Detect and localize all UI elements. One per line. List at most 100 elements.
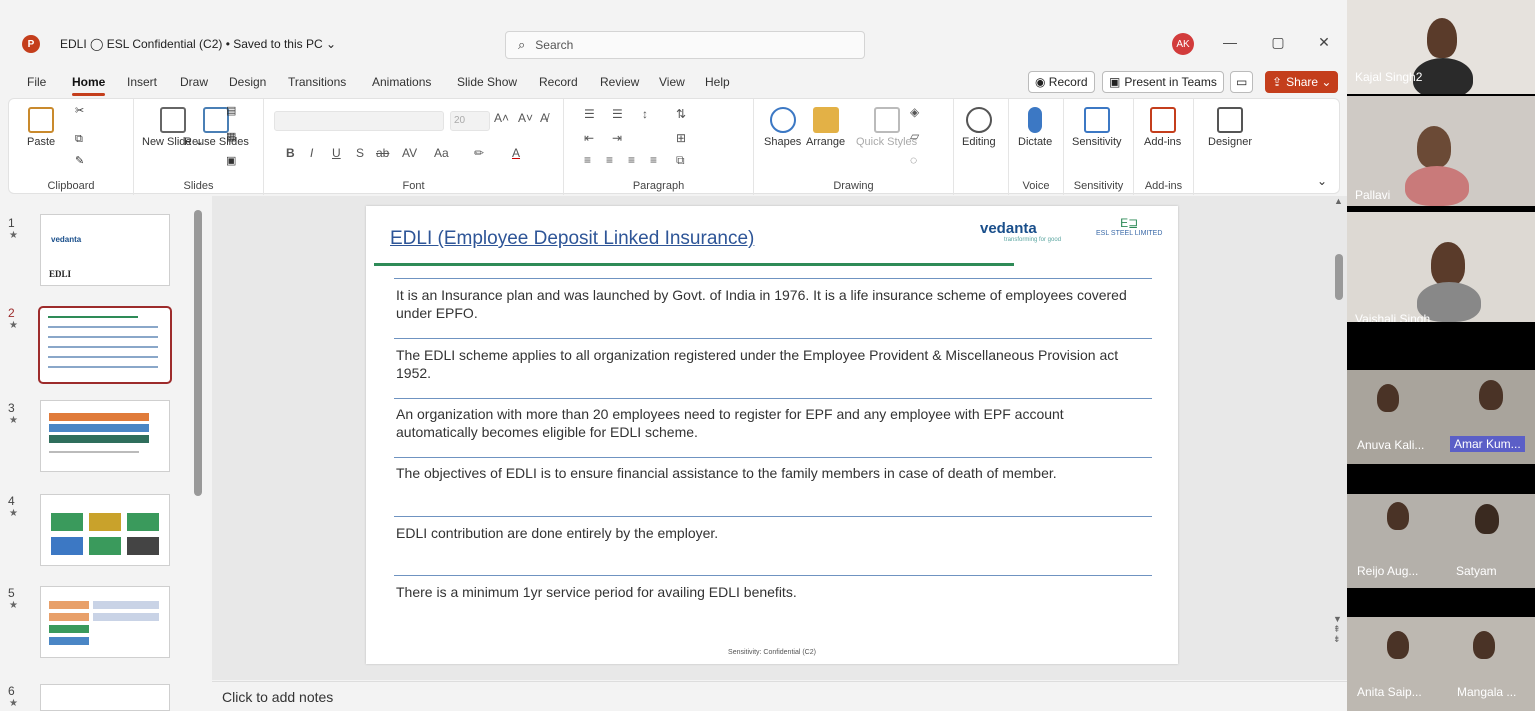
comments-button[interactable]: ▭ [1230, 71, 1254, 93]
font-size-input[interactable]: 20 [450, 111, 490, 131]
grow-font-icon[interactable]: A˄ [494, 111, 509, 125]
bullet-text[interactable]: EDLI contribution are done entirely by t… [396, 524, 1136, 542]
thumb-shape [51, 537, 83, 555]
reuse-slides-button[interactable]: Reuse Slides [184, 107, 249, 149]
format-painter-icon[interactable]: ✎ [75, 155, 84, 168]
spacing-icon[interactable]: AV [402, 146, 417, 160]
shrink-font-icon[interactable]: A˅ [518, 111, 533, 125]
tab-review[interactable]: Review [600, 75, 639, 89]
share-button[interactable]: ⇪ Share ⌄ [1265, 71, 1339, 93]
participant-tile[interactable]: Anita Saip... Mangala ... [1347, 617, 1535, 711]
align-left-icon[interactable]: ≡ [584, 153, 591, 167]
participant-tile[interactable]: Kajal Singh2 [1347, 0, 1535, 94]
decrease-indent-icon[interactable]: ⇤ [584, 131, 594, 145]
collapse-ribbon-icon[interactable]: ⌄ [1317, 175, 1327, 188]
add-ins-button[interactable]: Add-ins [1144, 107, 1181, 149]
tab-animations[interactable]: Animations [372, 75, 431, 89]
tab-help[interactable]: Help [705, 75, 730, 89]
align-center-icon[interactable]: ≡ [606, 153, 613, 167]
align-right-icon[interactable]: ≡ [628, 153, 635, 167]
align-text-icon[interactable]: ⊞ [676, 131, 686, 145]
underline-icon[interactable]: U [332, 146, 341, 160]
slide-thumbnail-3[interactable] [40, 400, 170, 472]
bullet-text[interactable]: The objectives of EDLI is to ensure fina… [396, 464, 1136, 482]
italic-icon[interactable]: I [310, 146, 313, 160]
bullets-icon[interactable]: ☰ [584, 107, 595, 121]
scroll-up-icon[interactable]: ▲ [1334, 196, 1343, 206]
restore-icon[interactable]: ▢ [1268, 34, 1288, 51]
change-case-icon[interactable]: Aa [434, 146, 449, 160]
sensitivity-button[interactable]: Sensitivity [1072, 107, 1122, 149]
font-name-input[interactable] [274, 111, 444, 131]
text-direction-icon[interactable]: ⇅ [676, 107, 686, 121]
bullet-text[interactable]: There is a minimum 1yr service period fo… [396, 583, 1136, 601]
shadow-icon[interactable]: S [356, 146, 364, 160]
tab-file[interactable]: File [27, 75, 46, 89]
thumb-line [48, 356, 158, 358]
thumb-shape [89, 513, 121, 531]
designer-button[interactable]: Designer [1208, 107, 1252, 149]
font-color-icon[interactable]: A [512, 146, 520, 160]
participant-tile[interactable]: Pallavi [1347, 96, 1535, 206]
clear-format-icon[interactable]: A̸ [540, 111, 548, 125]
present-in-teams-button[interactable]: ▣ Present in Teams [1102, 71, 1224, 93]
minimize-icon[interactable]: — [1220, 34, 1240, 50]
shapes-button[interactable]: Shapes [764, 107, 801, 149]
reset-icon[interactable]: ▦ [226, 131, 236, 144]
bullet-text[interactable]: The EDLI scheme applies to all organizat… [396, 346, 1136, 382]
thumb-number: 3 [8, 401, 15, 415]
justify-icon[interactable]: ≡ [650, 153, 657, 167]
page-nav-icon[interactable]: ▼ ⇞ ⇟ [1333, 614, 1342, 644]
smartart-icon[interactable]: ⧉ [676, 153, 685, 168]
slide-thumbnail-4[interactable] [40, 494, 170, 566]
shape-outline-icon[interactable]: ▱ [910, 129, 919, 143]
slide-title[interactable]: EDLI (Employee Deposit Linked Insurance) [390, 228, 754, 250]
paste-button[interactable]: Paste [27, 107, 55, 149]
canvas-scrollbar[interactable] [1335, 254, 1343, 300]
tab-home[interactable]: Home [72, 75, 106, 96]
quick-styles-button[interactable]: Quick Styles [856, 107, 917, 149]
cut-icon[interactable]: ✂ [75, 105, 84, 118]
logo-text: vedanta [980, 220, 1037, 237]
copy-icon[interactable]: ⧉ [75, 133, 83, 146]
notes-pane[interactable]: Click to add notes [212, 681, 1347, 711]
record-button[interactable]: ◉ Record [1028, 71, 1095, 93]
line-spacing-icon[interactable]: ↕ [642, 107, 648, 121]
slide-thumbnail-1[interactable]: vedanta EDLI [40, 214, 170, 286]
tab-record[interactable]: Record [539, 75, 578, 89]
tab-view[interactable]: View [659, 75, 685, 89]
bullet-text[interactable]: An organization with more than 20 employ… [396, 405, 1136, 441]
search-box[interactable]: ⌕ Search [505, 31, 865, 59]
bullet-text[interactable]: It is an Insurance plan and was launched… [396, 286, 1136, 322]
participant-tile[interactable]: Reijo Aug... Satyam [1347, 494, 1535, 588]
tab-insert[interactable]: Insert [127, 75, 157, 89]
section-icon[interactable]: ▣ [226, 155, 236, 168]
slide-thumbnail-6[interactable] [40, 684, 170, 711]
increase-indent-icon[interactable]: ⇥ [612, 131, 622, 145]
arrange-icon [812, 107, 839, 133]
slide-thumbnail-5[interactable] [40, 586, 170, 658]
shape-effects-icon[interactable]: ◌ [910, 153, 917, 167]
layout-icon[interactable]: ▤ [226, 105, 236, 118]
strike-icon[interactable]: ab [376, 146, 389, 160]
document-title[interactable]: EDLI ◯ ESL Confidential (C2) • Saved to … [60, 37, 336, 51]
thumb-line [48, 346, 158, 348]
bold-icon[interactable]: B [286, 146, 295, 160]
current-slide[interactable]: EDLI (Employee Deposit Linked Insurance)… [366, 206, 1178, 664]
tab-slide-show[interactable]: Slide Show [457, 75, 517, 89]
user-avatar[interactable]: AK [1172, 33, 1194, 55]
slide-thumbnail-2[interactable] [38, 306, 172, 384]
participant-tile[interactable]: Vaishali Singh [1347, 212, 1535, 322]
tab-transitions[interactable]: Transitions [288, 75, 346, 89]
highlight-icon[interactable]: ✏ [474, 146, 484, 160]
editing-button[interactable]: Editing [962, 107, 996, 149]
arrange-button[interactable]: Arrange [806, 107, 845, 149]
tab-design[interactable]: Design [229, 75, 266, 89]
close-icon[interactable]: ✕ [1314, 34, 1334, 51]
dictate-button[interactable]: Dictate [1018, 107, 1052, 149]
thumbnail-scrollbar[interactable] [194, 210, 202, 496]
participant-tile[interactable]: Anuva Kali... Amar Kum... [1347, 370, 1535, 464]
tab-draw[interactable]: Draw [180, 75, 208, 89]
numbering-icon[interactable]: ☰ [612, 107, 623, 121]
shape-fill-icon[interactable]: ◈ [910, 105, 919, 119]
